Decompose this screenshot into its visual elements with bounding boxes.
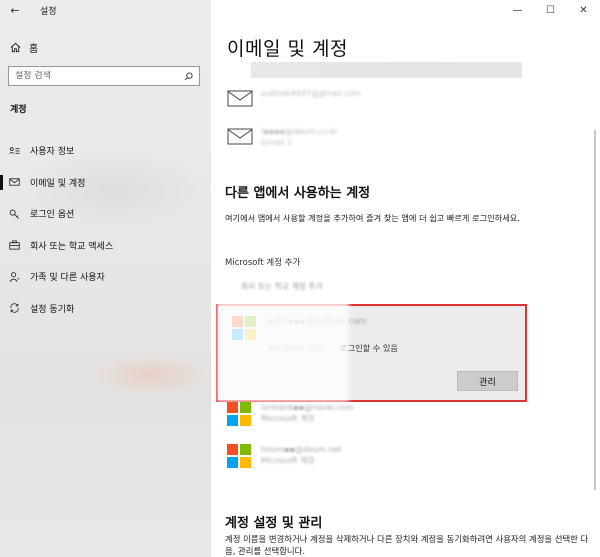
sidebar-item-label: 가족 및 다른 사용자 — [30, 273, 105, 284]
sidebar-item-work-school[interactable]: 회사 또는 학교 액세스 — [0, 230, 211, 262]
search-input[interactable] — [15, 71, 175, 81]
sidebar-item-sync[interactable]: 설정 동기화 — [0, 293, 211, 325]
sidebar-item-label: 로그인 옵션 — [30, 210, 75, 221]
envelope-icon — [227, 128, 253, 145]
account-type: Microsoft 계정 — [261, 456, 315, 465]
manage-button[interactable]: 관리 — [457, 371, 518, 391]
sidebar-item-label: 설정 동기화 — [30, 304, 75, 315]
blur-region — [217, 300, 349, 402]
minimize-icon: — — [512, 4, 523, 16]
redacted-area — [251, 62, 522, 78]
microsoft-account-item[interactable]: limban6▪▪@naver.com Microsoft 계정 — [227, 402, 354, 426]
main-content: 이메일 및 계정 outlook4437@gmail.com l▪▪▪▪@dau… — [211, 0, 600, 557]
page-title: 이메일 및 계정 — [227, 38, 348, 60]
sidebar-nav: 사용자 정보 이메일 및 계정 로그인 옵션 회사 또는 학교 액세스 가족 및… — [0, 135, 211, 324]
title-bar: ← 설정 — [0, 0, 211, 20]
account-details: tolum▪▪@daum.net Microsoft 계정 — [261, 444, 341, 466]
sync-icon — [9, 303, 20, 314]
sidebar-item-label: 사용자 정보 — [30, 147, 75, 158]
account-type: Gmail 2 — [261, 138, 292, 147]
account-details: l▪▪▪▪@daum.co.kr Gmail 2 — [261, 126, 338, 148]
add-work-account-link[interactable]: 회사 또는 학교 계정 추가 — [241, 281, 323, 292]
close-icon: ✕ — [579, 4, 588, 16]
briefcase-icon — [9, 240, 20, 251]
blur-region — [90, 355, 210, 395]
microsoft-account-item[interactable]: tolum▪▪@daum.net Microsoft 계정 — [227, 444, 341, 468]
maximize-icon: ☐ — [546, 4, 555, 16]
account-type: Microsoft 계정 — [261, 414, 315, 423]
settings-search-box[interactable] — [8, 66, 200, 86]
back-arrow-icon: ← — [10, 3, 20, 17]
home-icon — [10, 42, 21, 53]
other-apps-heading: 다른 앱에서 사용하는 계정 — [225, 186, 371, 201]
account-details: limban6▪▪@naver.com Microsoft 계정 — [261, 402, 354, 424]
home-link[interactable]: 홈 — [10, 40, 38, 55]
minimize-button[interactable]: — — [501, 0, 534, 20]
section-label: 계정 — [10, 105, 27, 115]
scrollbar[interactable] — [594, 130, 596, 490]
close-button[interactable]: ✕ — [567, 0, 600, 20]
home-label: 홈 — [29, 44, 39, 55]
mail-icon — [9, 177, 20, 188]
sidebar-item-family[interactable]: 가족 및 다른 사용자 — [0, 261, 211, 293]
other-apps-description: 여기에서 앱에서 사용할 계정을 추가하여 즐겨 찾는 앱에 더 쉽고 빠르게 … — [225, 213, 520, 223]
microsoft-logo-icon — [227, 444, 251, 468]
sidebar-item-label: 회사 또는 학교 액세스 — [30, 241, 114, 252]
app-title: 설정 — [40, 6, 57, 17]
microsoft-logo-icon — [227, 402, 251, 426]
manage-accounts-description: 계정 이름을 변경하거나 계정을 삭제하거나 다른 장치와 계정을 동기화하려면… — [225, 534, 589, 556]
add-microsoft-account-link[interactable]: Microsoft 계정 추가 — [225, 256, 300, 268]
account-email: limban6▪▪@naver.com — [261, 403, 355, 412]
window-controls: — ☐ ✕ — [501, 0, 600, 20]
account-details: outlook4437@gmail.com — [261, 88, 361, 99]
account-email: tolum▪▪@daum.net — [261, 445, 342, 454]
envelope-icon — [227, 90, 253, 107]
account-email: l▪▪▪▪@daum.co.kr — [261, 127, 338, 136]
sidebar-item-sign-in-options[interactable]: 로그인 옵션 — [0, 198, 211, 230]
back-button[interactable]: ← — [0, 0, 30, 20]
key-icon — [9, 208, 20, 219]
email-account-item[interactable]: l▪▪▪▪@daum.co.kr Gmail 2 — [227, 126, 338, 148]
email-account-item[interactable]: outlook4437@gmail.com — [227, 88, 361, 108]
sidebar-item-label: 이메일 및 계정 — [30, 178, 86, 189]
person-icon — [9, 271, 20, 282]
search-icon — [184, 71, 193, 80]
sidebar: ← 설정 홈 계정 사용자 정보 이메일 및 계정 — [0, 0, 211, 557]
sidebar-item-email-accounts[interactable]: 이메일 및 계정 — [0, 167, 211, 199]
sidebar-item-user-info[interactable]: 사용자 정보 — [0, 135, 211, 167]
manage-accounts-heading: 계정 설정 및 관리 — [225, 516, 323, 531]
user-info-icon — [9, 145, 20, 156]
maximize-button[interactable]: ☐ — [534, 0, 567, 20]
account-email: outlook4437@gmail.com — [261, 89, 361, 98]
